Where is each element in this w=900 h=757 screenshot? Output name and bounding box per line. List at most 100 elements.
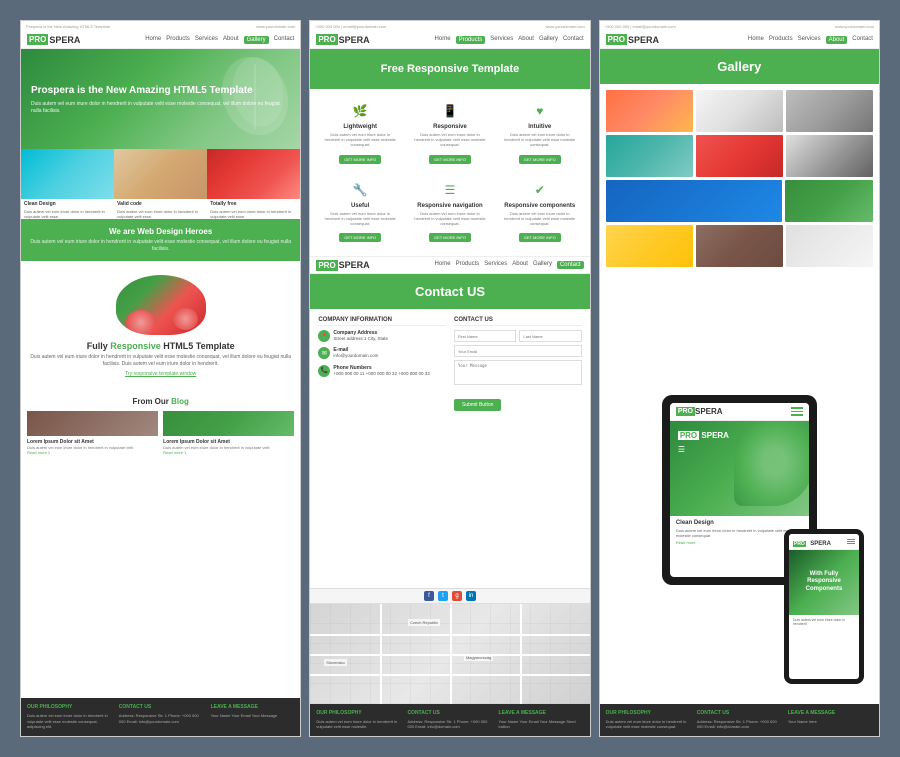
tablet-content-title: Clean Design — [676, 520, 803, 526]
nav3-about[interactable]: About — [512, 261, 528, 269]
nav2-services[interactable]: Services — [490, 36, 513, 44]
tablet-logo-name: SPERA — [695, 407, 723, 416]
gallery-banner: Gallery — [600, 49, 879, 84]
nav-gallery[interactable]: Gallery — [244, 36, 269, 44]
logo-name-col3: SPERA — [628, 35, 659, 45]
responsive-desc: Duis autem vel eum iriure dolor in hendr… — [29, 354, 292, 368]
blog-read-more-2[interactable]: Read more 1 — [163, 450, 294, 455]
thumb-2: Valid code Duis autem vel eum iriure dol… — [114, 149, 207, 219]
footer-phil-col2: OUR PHILOSOPHY Duis autem vel eum iriure… — [316, 710, 401, 730]
blog-read-more-1[interactable]: Read more 1 — [27, 450, 158, 455]
blog-title: From Our Blog — [27, 397, 294, 406]
logo-col3: PRO SPERA — [606, 34, 659, 45]
feature-btn-2[interactable]: GET MORE INFO — [519, 155, 561, 164]
contact-header: PRO SPERA Home Products Services About G… — [310, 256, 589, 274]
phone-icon: 📞 — [318, 365, 330, 377]
phone-hamburger-icon[interactable] — [847, 539, 855, 544]
feature-btn-4[interactable]: GET MORE INFO — [429, 233, 471, 242]
tablet-hamburger-icon[interactable] — [791, 407, 803, 416]
footer-msg-title-col2: LEAVE A MESSAGE — [499, 710, 584, 716]
fruit-section: Fully Responsive HTML5 Template Duis aut… — [21, 261, 300, 391]
footer-message-col3: LEAVE A MESSAGE Your Name here — [788, 710, 873, 730]
gallery-item-5[interactable] — [696, 135, 783, 177]
nav-contact[interactable]: Contact — [274, 36, 295, 44]
last-name-input[interactable] — [519, 330, 581, 342]
nav4-products[interactable]: Products — [769, 36, 793, 44]
nav-services[interactable]: Services — [195, 36, 218, 44]
gallery-item-2[interactable] — [696, 90, 783, 132]
gallery-item-3[interactable] — [786, 90, 873, 132]
gplus-icon[interactable]: g — [452, 591, 462, 601]
tablet-hero: PRO SPERA ☰ — [670, 421, 809, 516]
facebook-icon[interactable]: f — [424, 591, 434, 601]
thumb-label-2: Valid code — [114, 199, 207, 209]
gallery-item-1[interactable] — [606, 90, 693, 132]
feature-btn-5[interactable]: GET MORE INFO — [519, 233, 561, 242]
gallery-item-10[interactable] — [696, 225, 783, 267]
nav2-gallery[interactable]: Gallery — [539, 36, 558, 44]
nav2-products[interactable]: Products — [456, 36, 486, 44]
tablet-spera-text: SPERA — [701, 431, 729, 440]
footer-contact-col2: CONTACT US Address: Responsive Str. 1 Ph… — [407, 710, 492, 730]
lightweight-icon: 🌿 — [350, 101, 370, 121]
footer-contact-title-col2: CONTACT US — [407, 710, 492, 716]
gallery-item-4[interactable] — [606, 135, 693, 177]
site-domain-col3: www.yourdomain.com — [835, 24, 874, 29]
email-input[interactable] — [454, 345, 582, 357]
gallery-item-11[interactable] — [786, 225, 873, 267]
feature-title-5: Responsive components — [502, 203, 578, 209]
twitter-icon[interactable]: t — [438, 591, 448, 601]
gallery-item-6[interactable] — [786, 135, 873, 177]
nav4-about[interactable]: About — [826, 36, 848, 44]
nav3-gallery[interactable]: Gallery — [533, 261, 552, 269]
site-phone-col1: Prospera is the New Amazing HTML5 Templa… — [26, 24, 110, 29]
thumb-img-1 — [21, 149, 114, 199]
footer-msg-title-col1: LEAVE A MESSAGE — [211, 704, 295, 710]
first-name-input[interactable] — [454, 330, 516, 342]
nav2-home[interactable]: Home — [435, 36, 451, 44]
feature-btn-0[interactable]: GET MORE INFO — [339, 155, 381, 164]
message-textarea[interactable] — [454, 360, 582, 385]
nav-products[interactable]: Products — [166, 36, 190, 44]
feature-desc-3: Duis autem vel eum iriure dolor in hendr… — [322, 211, 398, 227]
nav3-services[interactable]: Services — [484, 261, 507, 269]
nav3-products[interactable]: Products — [456, 261, 480, 269]
header-col2: PRO SPERA Home Products Services About G… — [310, 31, 589, 49]
thumbnails-row: Clean Design Duis autem vel eum iriure d… — [21, 149, 300, 219]
phone-ham-line3 — [847, 543, 855, 544]
nav-home[interactable]: Home — [145, 36, 161, 44]
column-3: +000 000 000 | email@yourdomain.com www.… — [599, 20, 880, 737]
feature-lightweight: 🌿 Lightweight Duis autem vel eum iriure … — [318, 97, 402, 170]
footer-contact-text-col2: Address: Responsive Str. 1 Phone: +000 0… — [407, 719, 492, 730]
tablet-logo-pro: PRO — [676, 407, 695, 416]
nav3-contact[interactable]: Contact — [557, 261, 584, 269]
footer-philosophy-col1: OUR PHILOSOPHY Duis autem vel eum iriure… — [27, 704, 111, 730]
nav4-contact[interactable]: Contact — [852, 36, 873, 44]
footer-col2: OUR PHILOSOPHY Duis autem vel eum iriure… — [310, 704, 589, 736]
gallery-item-9[interactable] — [606, 225, 693, 267]
feature-btn-3[interactable]: GET MORE INFO — [339, 233, 381, 242]
thumb-desc-3: Duis autem vel eum iriure dolor in hendr… — [207, 209, 300, 219]
gallery-item-7[interactable] — [606, 180, 782, 222]
gallery-grid — [600, 84, 879, 276]
nav4-services[interactable]: Services — [798, 36, 821, 44]
nav3-home[interactable]: Home — [435, 261, 451, 269]
try-link[interactable]: Try responsive template window — [125, 371, 196, 377]
footer-phil-title-col2: OUR PHILOSOPHY — [316, 710, 401, 716]
nav2-about[interactable]: About — [518, 36, 534, 44]
submit-button[interactable]: Submit Button — [454, 399, 501, 411]
phone-header: PRO SPERA — [789, 534, 859, 550]
footer-msg-text-col2: Your Name Your Email Your Message Send b… — [499, 719, 584, 730]
gallery-item-8[interactable] — [785, 180, 873, 222]
feature-btn-1[interactable]: GET MORE INFO — [429, 155, 471, 164]
contact-section: PRO SPERA Home Products Services About G… — [310, 256, 589, 736]
site-info-bar-col3: +000 000 000 | email@yourdomain.com www.… — [600, 21, 879, 31]
linkedin-icon[interactable]: in — [466, 591, 476, 601]
feature-responsive: 📱 Responsive Duis autem vel eum iriure d… — [408, 97, 492, 170]
nav2-contact[interactable]: Contact — [563, 36, 584, 44]
phone-logo-pro: PRO — [793, 541, 806, 547]
nav4-home[interactable]: Home — [748, 36, 764, 44]
nav-about[interactable]: About — [223, 36, 239, 44]
logo-contact: PRO SPERA — [316, 260, 369, 271]
phone-row: 📞 Phone Numbers +000 000 00 11 +000 000 … — [318, 365, 446, 377]
